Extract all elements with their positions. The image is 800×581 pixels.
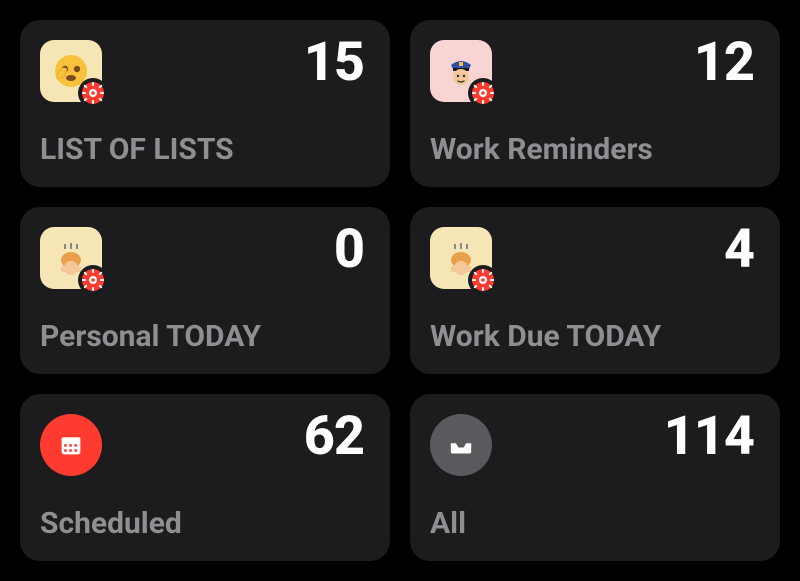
- card-personal-today[interactable]: 0 Personal TODAY: [20, 207, 390, 374]
- bowing-icon: [430, 227, 492, 289]
- card-top: 0: [40, 227, 364, 289]
- card-count: 4: [724, 223, 754, 277]
- face-peeking-icon: [40, 40, 102, 102]
- police-icon: [430, 40, 492, 102]
- reminders-grid: 15 LIST OF LISTS: [0, 0, 800, 581]
- gear-badge-icon: [78, 78, 108, 108]
- card-count: 114: [664, 410, 754, 464]
- card-work-due-today[interactable]: 4 Work Due TODAY: [410, 207, 780, 374]
- card-top: 114: [430, 414, 754, 476]
- gear-badge-icon: [468, 78, 498, 108]
- card-top: 62: [40, 414, 364, 476]
- gear-badge-icon: [468, 265, 498, 295]
- card-top: 12: [430, 40, 754, 102]
- card-scheduled[interactable]: 62 Scheduled: [20, 394, 390, 561]
- bowing-icon: [40, 227, 102, 289]
- card-label: Work Due TODAY: [430, 319, 754, 354]
- card-label: All: [430, 506, 754, 541]
- calendar-icon: [40, 414, 102, 476]
- card-label: Scheduled: [40, 506, 364, 541]
- card-label: LIST OF LISTS: [40, 132, 364, 167]
- card-work-reminders[interactable]: 12 Work Reminders: [410, 20, 780, 187]
- tray-icon: [430, 414, 492, 476]
- card-count: 12: [694, 36, 754, 90]
- card-count: 0: [334, 223, 364, 277]
- card-all[interactable]: 114 All: [410, 394, 780, 561]
- card-top: 4: [430, 227, 754, 289]
- card-top: 15: [40, 40, 364, 102]
- gear-badge-icon: [78, 265, 108, 295]
- card-count: 15: [304, 36, 364, 90]
- card-label: Work Reminders: [430, 132, 754, 167]
- card-list-of-lists[interactable]: 15 LIST OF LISTS: [20, 20, 390, 187]
- card-count: 62: [304, 410, 364, 464]
- card-label: Personal TODAY: [40, 319, 364, 354]
